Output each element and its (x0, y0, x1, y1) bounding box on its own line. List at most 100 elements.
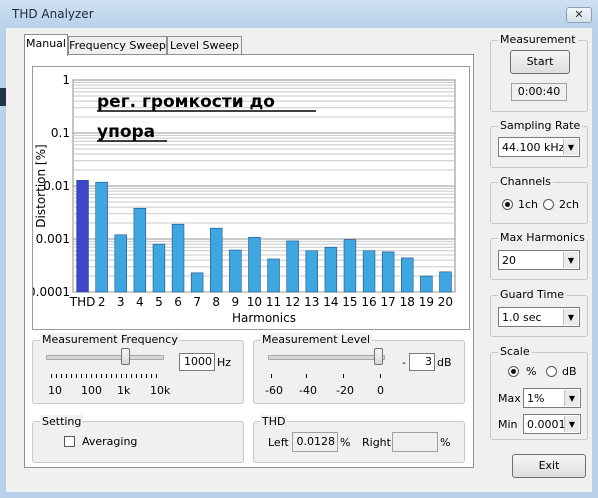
harmonic-bar (439, 271, 452, 293)
harmonic-bar (286, 240, 299, 293)
x-tick-label: 13 (304, 295, 319, 309)
slider-tick (116, 374, 117, 378)
slider-tick (271, 374, 272, 378)
guard-time-value: 1.0 sec (502, 311, 542, 324)
frequency-scale-label: 10k (150, 384, 171, 397)
frequency-unit: Hz (217, 356, 232, 369)
chevron-down-icon: ▼ (564, 416, 579, 432)
harmonic-bar (133, 207, 147, 293)
harmonic-bar (190, 272, 204, 293)
elapsed-time: 0:00:40 (511, 83, 567, 101)
max-harmonics-select[interactable]: 20 ▼ (498, 250, 580, 270)
level-scale-label: -20 (336, 384, 354, 397)
channel-2ch-radio[interactable] (543, 199, 554, 210)
y-tick-label: 1 (62, 73, 70, 87)
frequency-scale-label: 10 (48, 384, 62, 397)
measurement-level-title: Measurement Level (260, 333, 373, 346)
slider-tick (156, 374, 157, 378)
channel-1ch-radio[interactable] (502, 199, 513, 210)
slider-tick (343, 374, 344, 378)
chevron-down-icon: ▼ (563, 139, 578, 155)
tab-level-sweep-label: Level Sweep (169, 39, 240, 52)
channels-title: Channels (498, 175, 553, 188)
y-tick-label: 0.001 (36, 232, 70, 246)
slider-tick (146, 374, 147, 378)
x-tick-label: 12 (285, 295, 300, 309)
x-tick-label: 18 (400, 295, 415, 309)
slider-tick (141, 374, 142, 378)
slider-tick (91, 374, 92, 378)
x-tick-label: 19 (419, 295, 434, 309)
harmonic-bar (381, 251, 395, 293)
x-tick-label: 16 (361, 295, 376, 309)
tab-manual-label: Manual (26, 37, 66, 50)
thd-bar (76, 180, 89, 293)
level-slider-track[interactable] (268, 355, 385, 360)
harmonic-bar (324, 246, 338, 293)
slider-tick (71, 374, 72, 378)
close-button[interactable]: ✕ (566, 7, 592, 23)
x-tick-label: 17 (381, 295, 396, 309)
x-tick-label: 11 (266, 295, 281, 309)
x-tick-label: 14 (323, 295, 338, 309)
thd-left-label: Left (268, 436, 289, 449)
level-slider-thumb[interactable] (374, 348, 383, 365)
level-input[interactable]: 3 (409, 353, 435, 371)
max-harmonics-value: 20 (502, 254, 516, 267)
thd-right-label: Right (362, 436, 391, 449)
chart-annotation-line: рег. громкости до (97, 92, 275, 112)
level-scale-label: -60 (265, 384, 283, 397)
harmonic-bar (248, 236, 261, 293)
guard-time-select[interactable]: 1.0 sec ▼ (498, 307, 580, 327)
y-axis-label: Distortion [%] (34, 144, 48, 227)
averaging-label: Averaging (82, 435, 138, 448)
sampling-rate-select[interactable]: 44.100 kHz ▼ (498, 137, 580, 157)
slider-tick (306, 374, 307, 378)
slider-tick (136, 374, 137, 378)
slider-tick (106, 374, 107, 378)
x-tick-label: 6 (174, 295, 182, 309)
scale-max-select[interactable]: 1% ▼ (523, 388, 581, 408)
harmonic-bar (229, 249, 242, 293)
x-tick-label: 2 (98, 295, 106, 309)
frequency-slider-track[interactable] (46, 355, 164, 360)
chevron-down-icon: ▼ (563, 252, 578, 268)
scale-min-value: 0.0001: (527, 418, 570, 431)
averaging-checkbox[interactable] (64, 436, 75, 447)
thd-right-unit: % (440, 436, 451, 449)
level-sign: - (402, 356, 406, 369)
slider-tick (66, 374, 67, 378)
tab-level-sweep[interactable]: Level Sweep (167, 36, 242, 55)
level-unit: dB (437, 356, 452, 369)
setting-title: Setting (40, 415, 84, 428)
tab-frequency-sweep[interactable]: Frequency Sweep (68, 36, 167, 55)
scale-percent-label: % (526, 365, 537, 378)
scale-db-radio[interactable] (546, 366, 557, 377)
harmonic-bar (401, 257, 414, 293)
x-tick-label: 15 (342, 295, 357, 309)
exit-button[interactable]: Exit (512, 454, 586, 478)
harmonic-bar (305, 250, 318, 293)
x-tick-label: 3 (117, 295, 125, 309)
slider-tick (380, 374, 381, 378)
start-button[interactable]: Start (510, 50, 570, 74)
x-axis-label: Harmonics (232, 311, 296, 325)
scale-percent-radio[interactable] (508, 366, 519, 377)
measurement-title: Measurement (498, 33, 578, 46)
tab-manual[interactable]: Manual (24, 34, 68, 56)
sampling-rate-value: 44.100 kHz (502, 141, 565, 154)
slider-tick (86, 374, 87, 378)
harmonics-chart: 10.10.010.0010.0001THD234567891011121314… (28, 66, 470, 330)
frequency-input[interactable]: 1000 (179, 353, 215, 371)
y-tick-label: 0.1 (51, 126, 70, 140)
thd-right-value (392, 432, 438, 452)
y-tick-label: 0.0001 (33, 285, 70, 299)
measurement-frequency-group (32, 340, 244, 404)
scale-min-select[interactable]: 0.0001: ▼ (523, 414, 581, 434)
slider-tick (96, 374, 97, 378)
slider-tick (61, 374, 62, 378)
x-tick-label: 7 (193, 295, 201, 309)
frequency-slider-thumb[interactable] (121, 348, 130, 365)
slider-tick (121, 374, 122, 378)
measurement-frequency-title: Measurement Frequency (40, 333, 180, 346)
